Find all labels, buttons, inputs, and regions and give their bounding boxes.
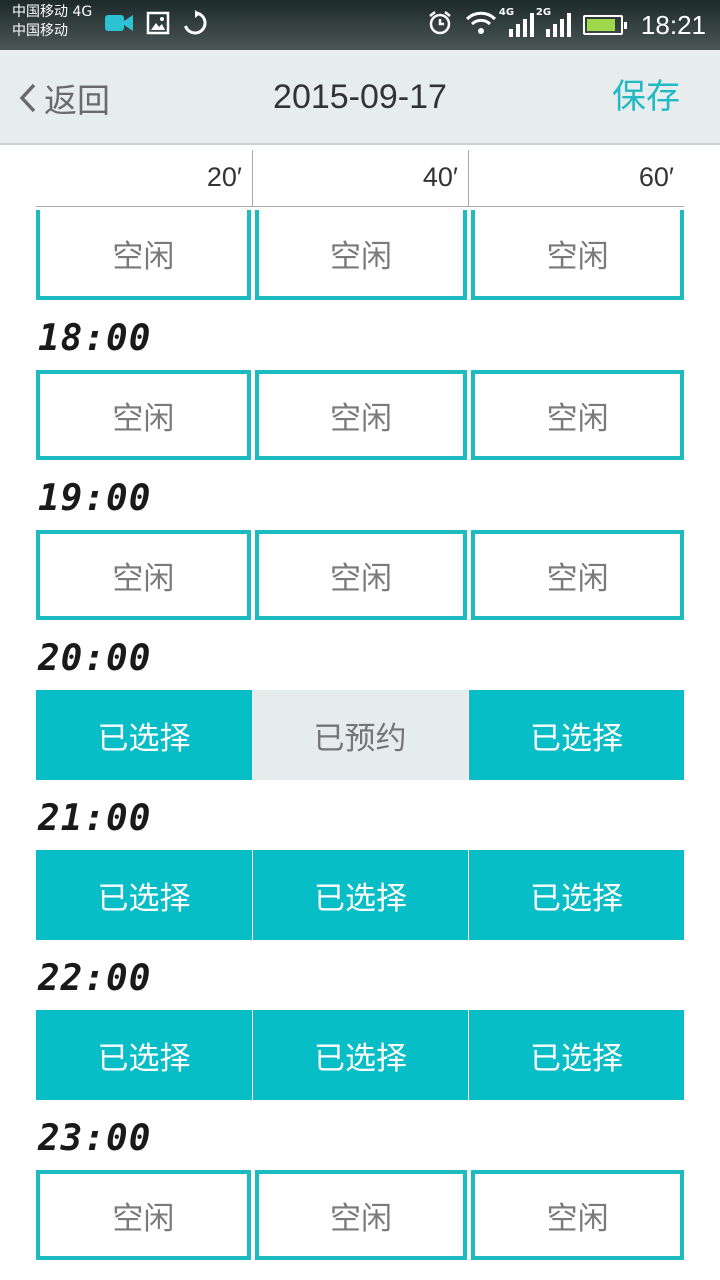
time-slot[interactable]: 空闲 xyxy=(254,530,468,620)
slot-row: 已选择 已预约 已选择 xyxy=(36,690,684,780)
minute-scale: 20′ 40′ 60′ xyxy=(36,150,684,207)
time-slot[interactable]: 空闲 xyxy=(471,530,684,620)
time-slot[interactable]: 空闲 xyxy=(471,210,684,300)
time-slot: 已预约 xyxy=(252,690,468,780)
slot-row: 空闲 空闲 空闲 xyxy=(36,210,684,300)
time-slot[interactable]: 已选择 xyxy=(36,1010,252,1100)
time-slot[interactable]: 空闲 xyxy=(254,1170,468,1260)
carrier-1: 中国移动 4G xyxy=(12,4,93,20)
network-type-1: 4G xyxy=(498,7,515,18)
slot-row: 已选择 已选择 已选择 xyxy=(36,1010,684,1100)
signal-icon: 2G xyxy=(536,7,571,37)
scale-label: 60′ xyxy=(638,162,674,192)
time-slot[interactable]: 空闲 xyxy=(36,210,251,300)
battery-icon xyxy=(582,15,627,35)
time-label: 18:00 xyxy=(38,318,152,359)
time-slot[interactable]: 空闲 xyxy=(471,1170,684,1260)
time-slot[interactable]: 空闲 xyxy=(254,370,468,460)
back-label: 返回 xyxy=(44,80,110,120)
time-slot[interactable]: 已选择 xyxy=(36,850,252,940)
time-slot[interactable]: 已选择 xyxy=(36,690,252,780)
carrier-2: 中国移动 xyxy=(12,23,68,39)
slot-row: 空闲 空闲 空闲 xyxy=(36,530,684,620)
nav-bar: 返回 2015-09-17 保存 xyxy=(0,50,720,145)
time-slot[interactable]: 已选择 xyxy=(468,850,684,940)
time-label: 20:00 xyxy=(38,638,152,679)
scale-cell: 60′ xyxy=(468,150,684,206)
time-slot[interactable]: 空闲 xyxy=(36,530,251,620)
status-time: 18:21 xyxy=(640,9,706,40)
slot-row: 空闲 空闲 空闲 xyxy=(36,370,684,460)
slot-row: 空闲 空闲 空闲 xyxy=(36,1170,684,1260)
scale-label: 40′ xyxy=(422,162,458,192)
slot-row: 已选择 已选择 已选择 xyxy=(36,850,684,940)
time-label: 19:00 xyxy=(38,478,152,519)
time-slot[interactable]: 已选择 xyxy=(252,1010,468,1100)
time-slot[interactable]: 已选择 xyxy=(468,1010,684,1100)
status-bar: 中国移动 4G 中国移动 4G 2G 18:21 xyxy=(0,0,720,50)
back-button[interactable]: 返回 xyxy=(18,50,110,145)
alarm-icon xyxy=(427,10,453,40)
time-label: 22:00 xyxy=(38,958,152,999)
time-label: 21:00 xyxy=(38,798,152,839)
sync-icon xyxy=(182,10,208,40)
time-slot[interactable]: 空闲 xyxy=(36,1170,251,1260)
chevron-left-icon xyxy=(19,83,36,112)
image-icon xyxy=(146,11,170,39)
wifi-icon xyxy=(465,11,497,39)
network-type-2: 2G xyxy=(535,7,552,18)
scale-cell: 20′ xyxy=(36,150,252,206)
time-slot[interactable]: 空闲 xyxy=(36,370,251,460)
signal-icon: 4G xyxy=(499,7,534,37)
scale-cell: 40′ xyxy=(252,150,468,206)
scale-label: 20′ xyxy=(206,162,242,192)
carrier-info: 中国移动 4G 中国移动 xyxy=(12,3,92,41)
time-slot[interactable]: 已选择 xyxy=(468,690,684,780)
time-slot[interactable]: 空闲 xyxy=(254,210,468,300)
time-label: 23:00 xyxy=(38,1118,152,1159)
save-button[interactable]: 保存 xyxy=(612,50,680,145)
time-slot[interactable]: 空闲 xyxy=(471,370,684,460)
video-icon xyxy=(104,12,134,38)
time-slot[interactable]: 已选择 xyxy=(252,850,468,940)
